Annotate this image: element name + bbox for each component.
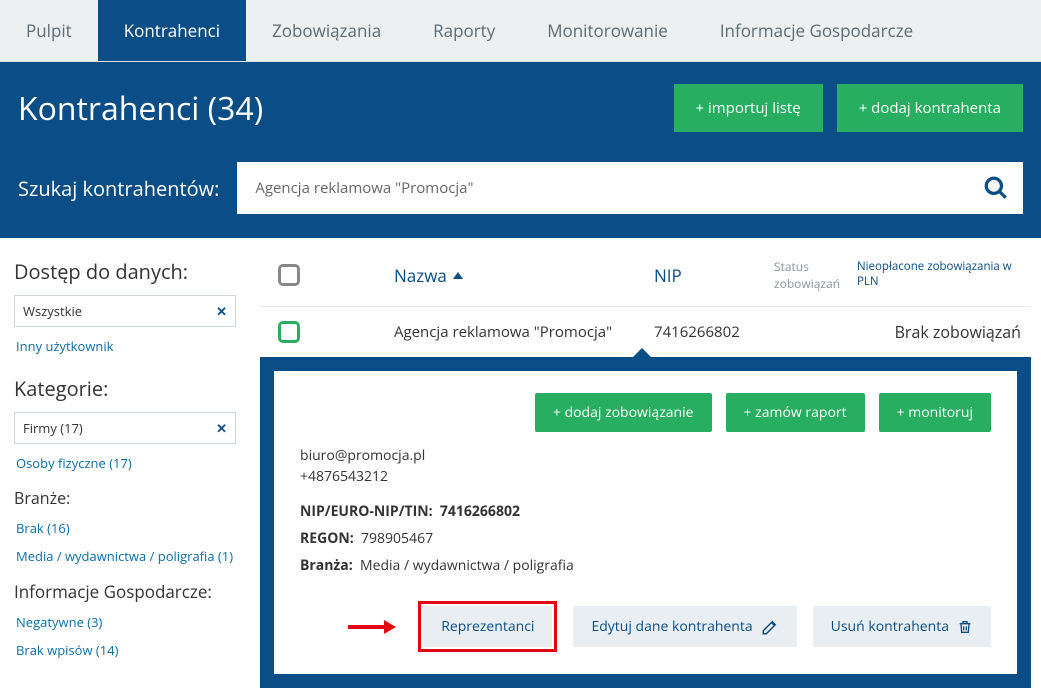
- tab-pulpit[interactable]: Pulpit: [0, 0, 98, 61]
- filter-category-persons[interactable]: Osoby fizyczne (17): [14, 450, 236, 478]
- table-header: Nazwa NIP Status zobowiązań Nieopłacone …: [260, 250, 1031, 306]
- row-checkbox[interactable]: [278, 321, 300, 343]
- tab-informacje[interactable]: Informacje Gospodarcze: [694, 0, 939, 61]
- add-contractor-button[interactable]: + dodaj kontrahenta: [837, 84, 1023, 132]
- sidebar-heading-info: Informacje Gospodarcze:: [14, 580, 236, 603]
- arrow-right-icon: [346, 618, 396, 636]
- edit-icon: [761, 618, 779, 636]
- cell-unpaid: Brak zobowiązań: [857, 321, 1027, 343]
- col-unpaid-label: Nieopłacone zobowiązania w PLN: [857, 260, 1027, 290]
- detail-phone: +4876543212: [300, 467, 991, 486]
- cell-nip: 7416266802: [654, 322, 774, 342]
- search-label: Szukaj kontrahentów:: [18, 175, 219, 202]
- tab-kontrahenci[interactable]: Kontrahenci: [98, 0, 246, 61]
- sidebar-heading-categories: Kategorie:: [14, 375, 236, 402]
- col-nip-label[interactable]: NIP: [654, 264, 774, 287]
- filter-label: Firmy (17): [23, 419, 83, 437]
- highlight-annotation: Reprezentanci: [418, 601, 557, 652]
- close-icon[interactable]: ✕: [216, 302, 227, 320]
- representatives-button[interactable]: Reprezentanci: [423, 606, 552, 647]
- edit-contractor-button[interactable]: Edytuj dane kontrahenta: [573, 606, 796, 647]
- caret-up-icon: [632, 348, 652, 358]
- close-icon[interactable]: ✕: [216, 419, 227, 437]
- delete-contractor-button[interactable]: Usuń kontrahenta: [813, 606, 991, 647]
- cell-name: Agencja reklamowa "Promocja": [394, 322, 654, 342]
- sidebar-heading-branches: Branże:: [14, 487, 236, 509]
- top-tabs: Pulpit Kontrahenci Zobowiązania Raporty …: [0, 0, 1041, 62]
- import-list-button[interactable]: + importuj listę: [674, 84, 823, 132]
- regon-label: REGON:: [300, 529, 354, 548]
- order-report-button[interactable]: + zamów raport: [726, 393, 865, 432]
- sort-asc-icon: [453, 272, 463, 279]
- sidebar: Dostęp do danych: Wszystkie ✕ Inny użytk…: [0, 238, 250, 700]
- regon-value: 798905467: [361, 529, 433, 548]
- filter-access-all[interactable]: Wszystkie ✕: [14, 295, 236, 327]
- search-icon[interactable]: [983, 175, 1009, 201]
- filter-label: Wszystkie: [23, 302, 82, 320]
- col-name-label: Nazwa: [394, 264, 447, 287]
- page-header: Kontrahenci (34) + importuj listę + doda…: [0, 62, 1041, 238]
- nip-value: 7416266802: [440, 502, 520, 521]
- filter-branch-none[interactable]: Brak (16): [14, 515, 236, 543]
- edit-label: Edytuj dane kontrahenta: [591, 617, 752, 636]
- filter-branch-media[interactable]: Media / wydawnictwa / poligrafia (1): [14, 543, 236, 571]
- branch-label: Branża:: [300, 556, 353, 575]
- tab-zobowiazania[interactable]: Zobowiązania: [246, 0, 407, 61]
- search-input[interactable]: [237, 162, 1023, 214]
- tab-monitorowanie[interactable]: Monitorowanie: [521, 0, 694, 61]
- content: Nazwa NIP Status zobowiązań Nieopłacone …: [250, 238, 1041, 700]
- nip-label: NIP/EURO-NIP/TIN:: [300, 502, 433, 521]
- col-name-sort[interactable]: Nazwa: [394, 264, 654, 287]
- tab-raporty[interactable]: Raporty: [407, 0, 521, 61]
- col-status-label: Status zobowiązań: [774, 258, 857, 292]
- filter-category-firms[interactable]: Firmy (17) ✕: [14, 412, 236, 444]
- filter-info-negative[interactable]: Negatywne (3): [14, 609, 236, 637]
- sidebar-heading-access: Dostęp do danych:: [14, 258, 236, 285]
- select-all-checkbox[interactable]: [278, 264, 300, 286]
- filter-access-other[interactable]: Inny użytkownik: [14, 333, 236, 361]
- branch-value: Media / wydawnictwa / poligrafia: [360, 556, 574, 575]
- page-title: Kontrahenci (34): [18, 87, 263, 130]
- add-obligation-button[interactable]: + dodaj zobowiązanie: [535, 393, 712, 432]
- row-detail-panel: + dodaj zobowiązanie + zamów raport + mo…: [260, 357, 1031, 688]
- delete-label: Usuń kontrahenta: [831, 617, 949, 636]
- monitor-button[interactable]: + monitoruj: [879, 393, 991, 432]
- trash-icon: [957, 618, 973, 636]
- detail-email: biuro@promocja.pl: [300, 446, 991, 465]
- filter-info-none[interactable]: Brak wpisów (14): [14, 637, 236, 665]
